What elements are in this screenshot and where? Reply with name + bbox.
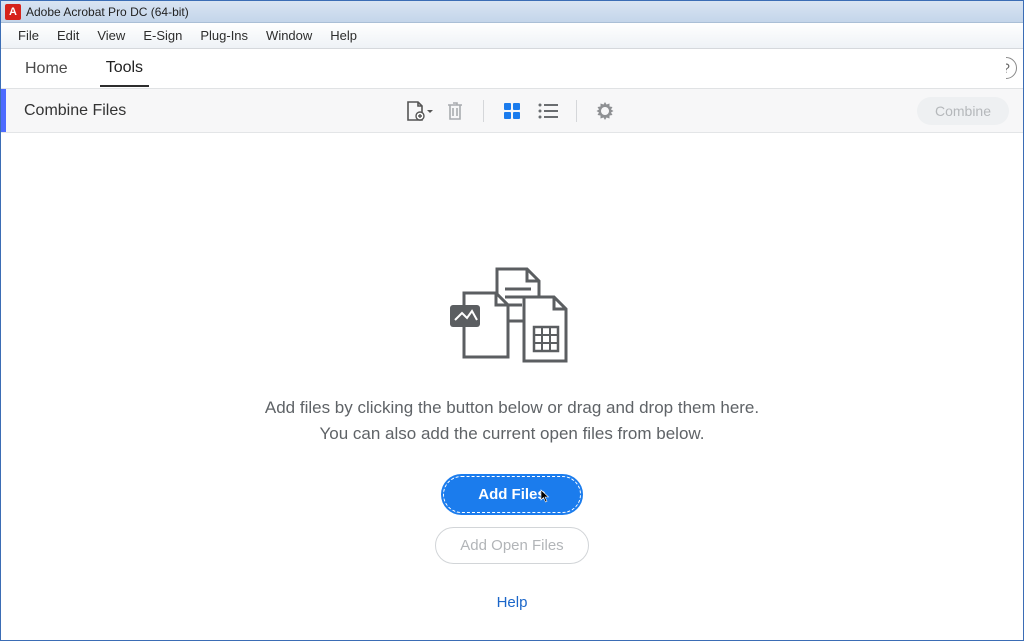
cursor-icon [540, 489, 550, 503]
toolbar-divider-2 [576, 100, 577, 122]
add-files-button[interactable]: Add Files [443, 476, 581, 513]
app-window: A Adobe Acrobat Pro DC (64-bit) File Edi… [0, 0, 1024, 641]
menu-esign[interactable]: E-Sign [134, 25, 191, 46]
toolbar-divider [483, 100, 484, 122]
tab-home[interactable]: Home [19, 52, 74, 86]
documents-illustration-icon [442, 263, 582, 373]
add-file-icon[interactable] [401, 93, 437, 129]
add-files-label: Add Files [478, 486, 546, 503]
grid-view-icon[interactable] [494, 93, 530, 129]
instruction-line-2: You can also add the current open files … [265, 421, 759, 447]
menu-file[interactable]: File [9, 25, 48, 46]
menu-bar: File Edit View E-Sign Plug-Ins Window He… [1, 23, 1023, 49]
title-bar: A Adobe Acrobat Pro DC (64-bit) [1, 1, 1023, 23]
nav-tabs: Home Tools ? [1, 49, 1023, 89]
instruction-text: Add files by clicking the button below o… [265, 395, 759, 448]
help-icon[interactable]: ? [995, 57, 1017, 79]
toolbar-title: Combine Files [24, 102, 126, 120]
combine-button: Combine [917, 97, 1009, 125]
window-title: Adobe Acrobat Pro DC (64-bit) [26, 5, 189, 19]
gear-icon[interactable] [587, 93, 623, 129]
add-open-files-button: Add Open Files [435, 527, 588, 564]
main-content: Add files by clicking the button below o… [1, 133, 1023, 640]
toolbar-icons [401, 93, 623, 129]
menu-view[interactable]: View [88, 25, 134, 46]
accent-bar [1, 89, 6, 132]
combine-toolbar: Combine Files [1, 89, 1023, 133]
instruction-line-1: Add files by clicking the button below o… [265, 395, 759, 421]
menu-plugins[interactable]: Plug-Ins [191, 25, 257, 46]
menu-edit[interactable]: Edit [48, 25, 88, 46]
trash-icon[interactable] [437, 93, 473, 129]
acrobat-logo-icon: A [5, 4, 21, 20]
help-link[interactable]: Help [497, 594, 528, 611]
menu-help[interactable]: Help [321, 25, 366, 46]
tab-tools[interactable]: Tools [100, 51, 149, 87]
menu-window[interactable]: Window [257, 25, 321, 46]
list-view-icon[interactable] [530, 93, 566, 129]
